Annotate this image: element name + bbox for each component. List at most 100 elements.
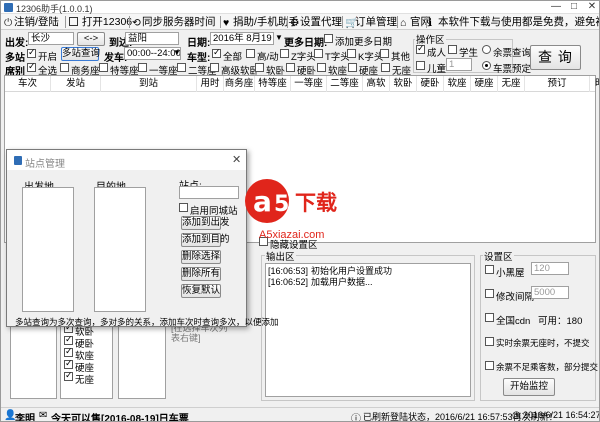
- menu-open-12306[interactable]: 打开12306: [69, 15, 132, 29]
- full-query-radio[interactable]: [482, 45, 491, 54]
- no-seat-label: 实时余票无座时，不提交: [496, 338, 590, 348]
- partial-submit-checkbox[interactable]: [485, 361, 494, 370]
- column-header[interactable]: 软卧: [390, 76, 417, 92]
- watermark-logo: a 5 下载 A5xiazai.com: [233, 171, 363, 246]
- cdn-checkbox[interactable]: [485, 313, 494, 322]
- station-dialog: 站点管理 ✕ 出发地 目的地 站点: 启用同城站 添加到出发 添加到目的 删除选…: [6, 149, 279, 327]
- from-station-list[interactable]: [22, 187, 74, 312]
- column-header[interactable]: 发站: [51, 76, 101, 92]
- seat-filter-checkbox[interactable]: [64, 358, 73, 369]
- train-type-checkbox[interactable]: [280, 49, 289, 58]
- column-header[interactable]: 到站: [101, 76, 197, 92]
- seat-type-checkbox[interactable]: [317, 63, 326, 72]
- menu-separator: [287, 16, 288, 28]
- train-type-label: Z字头: [291, 52, 316, 63]
- dialog-title-bar: 站点管理 ✕: [7, 150, 246, 170]
- delete-all-button[interactable]: 删除所有: [181, 267, 221, 281]
- seat-type-checkbox[interactable]: [60, 63, 69, 72]
- blacklist-stepper[interactable]: 120: [531, 262, 569, 275]
- interval-checkbox[interactable]: [485, 289, 494, 298]
- multi-enable-label: 开启: [38, 52, 58, 63]
- child-count-stepper[interactable]: 1: [446, 58, 472, 71]
- same-city-checkbox[interactable]: [179, 203, 188, 212]
- start-monitor-button[interactable]: 开始监控: [503, 378, 555, 396]
- to-field[interactable]: 益阳: [125, 32, 179, 45]
- column-header[interactable]: 硬座: [471, 76, 498, 92]
- column-header[interactable]: 硬卧: [417, 76, 444, 92]
- gear-icon: ⚙: [290, 17, 300, 29]
- clock-icon: ◷: [512, 410, 521, 421]
- sync-icon: ⟲: [132, 17, 141, 29]
- column-header[interactable]: 高软: [363, 76, 390, 92]
- add-more-date-checkbox[interactable]: [324, 34, 333, 43]
- seat-type-checkbox[interactable]: [286, 63, 295, 72]
- seat-type-checkbox[interactable]: [210, 63, 219, 72]
- seat-type-checkbox[interactable]: [138, 63, 147, 72]
- add-from-button[interactable]: 添加到出发: [181, 216, 230, 230]
- seat-type-checkbox[interactable]: [381, 63, 390, 72]
- presale-text: 今天可以售[2016-08-19]日车票: [51, 414, 189, 422]
- column-header[interactable]: 软座: [444, 76, 471, 92]
- menu-logout-label: 注销/登陆: [14, 16, 59, 28]
- seat-type-checkbox[interactable]: [99, 63, 108, 72]
- train-type-checkbox[interactable]: [380, 49, 389, 58]
- column-header[interactable]: 特等座: [255, 76, 291, 92]
- train-type-checkbox[interactable]: [314, 49, 323, 58]
- close-button[interactable]: ✕: [585, 1, 599, 13]
- watermark-site: A5xiazai.com: [259, 229, 325, 241]
- dialog-app-icon: [14, 156, 22, 165]
- query-button[interactable]: 查 询: [530, 45, 581, 70]
- menu-notice[interactable]: ℹ 本软件下载与使用都是免费，避免被骗: [428, 15, 599, 29]
- seat-type-checkbox[interactable]: [255, 63, 264, 72]
- maximize-button[interactable]: □: [567, 1, 581, 13]
- menu-orders[interactable]: 🛒订单管理: [345, 15, 397, 29]
- watermark-brand: 下载: [295, 192, 337, 215]
- menu-sync-time[interactable]: ⟲同步服务器时间: [132, 15, 216, 29]
- seat-filter-checkbox[interactable]: [64, 346, 73, 357]
- date-dropdown-icon[interactable]: ▼: [275, 33, 283, 42]
- menu-logout[interactable]: ⏻ 注销/登陆: [4, 15, 59, 29]
- multi-enable-checkbox[interactable]: [27, 47, 36, 58]
- column-header[interactable]: 商务座: [224, 76, 255, 92]
- menu-proxy[interactable]: ⚙设置代理: [290, 15, 342, 29]
- seat-type-checkbox[interactable]: [348, 63, 357, 72]
- minimize-button[interactable]: —: [549, 1, 563, 13]
- delete-selected-button[interactable]: 删除选择: [181, 250, 221, 264]
- interval-stepper[interactable]: 5000: [531, 286, 569, 299]
- column-header[interactable]: 时间: [590, 76, 599, 92]
- blacklist-checkbox[interactable]: [485, 265, 494, 274]
- column-header[interactable]: 一等座: [291, 76, 327, 92]
- no-seat-checkbox[interactable]: [485, 337, 494, 346]
- add-to-button[interactable]: 添加到目的: [181, 233, 230, 247]
- blacklist-label: 小黑屋: [496, 268, 525, 279]
- restore-default-button[interactable]: 恢复默认: [181, 284, 221, 298]
- column-header[interactable]: 预订: [525, 76, 590, 92]
- train-type-checkbox[interactable]: [246, 49, 255, 58]
- from-field[interactable]: 长沙: [28, 32, 74, 45]
- student-checkbox[interactable]: [448, 45, 457, 54]
- seat-filter-checkbox[interactable]: [64, 370, 73, 381]
- column-header[interactable]: 二等座: [327, 76, 363, 92]
- column-header[interactable]: 用时: [197, 76, 224, 92]
- seat-all-checkbox[interactable]: [27, 61, 36, 72]
- seat-type-checkbox[interactable]: [177, 63, 186, 72]
- adult-checkbox[interactable]: [416, 43, 425, 54]
- dialog-close-icon[interactable]: ✕: [232, 153, 241, 166]
- date-picker[interactable]: 2016年 8月19日: [210, 32, 274, 45]
- column-header[interactable]: 无座: [498, 76, 525, 92]
- log-message: 加载用户数据...: [311, 277, 373, 287]
- swap-button[interactable]: <->: [77, 32, 105, 46]
- column-header[interactable]: 车次: [5, 76, 51, 92]
- multi-query-button[interactable]: 多站查询: [61, 47, 100, 61]
- train-type-label: 其他: [391, 52, 411, 63]
- train-type-checkbox[interactable]: [347, 49, 356, 58]
- menu-separator: [220, 16, 221, 28]
- child-checkbox[interactable]: [416, 61, 425, 70]
- train-type-checkbox[interactable]: [212, 47, 221, 58]
- station-input[interactable]: [179, 186, 239, 199]
- reserve-radio[interactable]: [482, 61, 491, 70]
- chevron-down-icon[interactable]: ▼: [173, 48, 181, 57]
- to-station-list[interactable]: [94, 187, 146, 312]
- log-time: [16:06:52]: [268, 277, 309, 287]
- seat-filter-checkbox[interactable]: [64, 334, 73, 345]
